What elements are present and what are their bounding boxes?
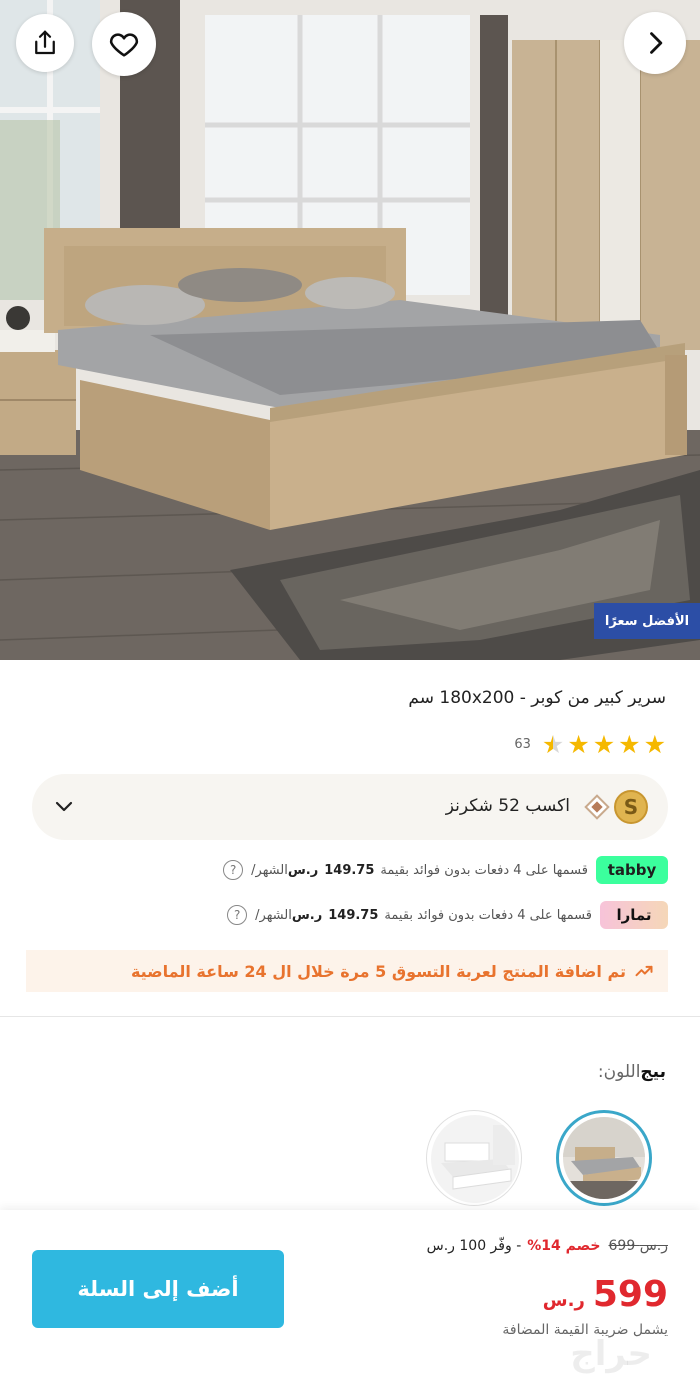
installment-currency: ر.س: [291, 907, 323, 923]
points-dropdown[interactable]: S اكسب 52 شكرنز: [32, 774, 668, 840]
price-row: 599 ر.س: [543, 1274, 668, 1315]
product-photo: [0, 0, 700, 660]
star-icon: ★: [567, 730, 590, 759]
discount-percent: خصم 14%: [527, 1238, 601, 1254]
tamara-installment: تمارا قسمها على 4 دفعات بدون فوائد بقيمة…: [227, 900, 668, 930]
color-label: اللون: بيج: [598, 1062, 666, 1082]
rating[interactable]: ★ ★ ★ ★ ★ 63: [514, 732, 666, 757]
product-image-gallery[interactable]: الأفضل سعرًا: [0, 0, 700, 660]
star-icon: ★: [643, 730, 666, 759]
installment-amount: 149.75: [324, 862, 375, 878]
tamara-logo: تمارا: [600, 901, 668, 929]
installment-amount: 149.75: [328, 907, 379, 923]
favorite-button[interactable]: [92, 12, 156, 76]
installment-text: قسمها على 4 دفعات بدون فوائد بقيمة: [384, 907, 592, 923]
share-icon: [35, 30, 55, 55]
product-title: سرير كبير من كوبر - 180x200 سم: [408, 688, 666, 708]
chevron-right-icon: [650, 32, 663, 54]
savings-amount: - وفّر 100 ر.س: [426, 1238, 522, 1254]
price-currency: ر.س: [542, 1290, 585, 1311]
color-value: بيج: [640, 1062, 666, 1082]
diamond-icon: [584, 794, 610, 820]
share-button[interactable]: [16, 14, 74, 72]
installment-text: قسمها على 4 دفعات بدون فوائد بقيمة: [380, 862, 588, 878]
current-price: 599: [592, 1274, 668, 1315]
trend-text: تم اضافة المنتج لعربة التسوق 5 مرة خلال …: [130, 961, 626, 981]
best-price-badge: الأفضل سعرًا: [594, 603, 700, 639]
tabby-logo: tabby: [596, 856, 668, 884]
cart-trend-banner: تم اضافة المنتج لعربة التسوق 5 مرة خلال …: [26, 950, 668, 992]
add-to-cart-button[interactable]: أضف إلى السلة: [32, 1250, 284, 1328]
discount-row: 699 ر.س خصم 14% - وفّر 100 ر.س: [427, 1238, 668, 1254]
installment-currency: ر.س: [287, 862, 319, 878]
color-swatch-beige[interactable]: [556, 1110, 652, 1206]
trending-up-icon: [635, 965, 653, 977]
installment-period: /الشهر: [255, 907, 292, 923]
swatch-thumbnail: [563, 1117, 645, 1199]
help-icon[interactable]: ?: [227, 905, 248, 925]
purchase-bar: أضف إلى السلة 699 ر.س خصم 14% - وفّر 100…: [0, 1210, 700, 1377]
star-icon: ★: [618, 730, 641, 759]
rating-count: 63: [514, 737, 531, 752]
star-icon: ★: [592, 730, 616, 759]
divider: [0, 1016, 700, 1017]
next-image-button[interactable]: [624, 12, 686, 74]
swatch-thumbnail: [431, 1115, 519, 1203]
color-key: اللون:: [597, 1062, 641, 1082]
chevron-down-icon: [55, 801, 73, 812]
points-label: اكسب 52 شكرنز: [445, 796, 570, 816]
tabby-installment: tabby قسمها على 4 دفعات بدون فوائد بقيمة…: [223, 855, 668, 885]
watermark: حراج: [570, 1334, 652, 1374]
heart-icon: [109, 33, 139, 57]
installment-period: /الشهر: [251, 862, 288, 878]
half-star-icon: ★: [541, 730, 565, 759]
help-icon[interactable]: ?: [223, 860, 244, 880]
color-swatch-white[interactable]: [426, 1110, 522, 1206]
old-price: 699 ر.س: [608, 1238, 668, 1254]
points-coin-icon: S: [614, 790, 648, 824]
